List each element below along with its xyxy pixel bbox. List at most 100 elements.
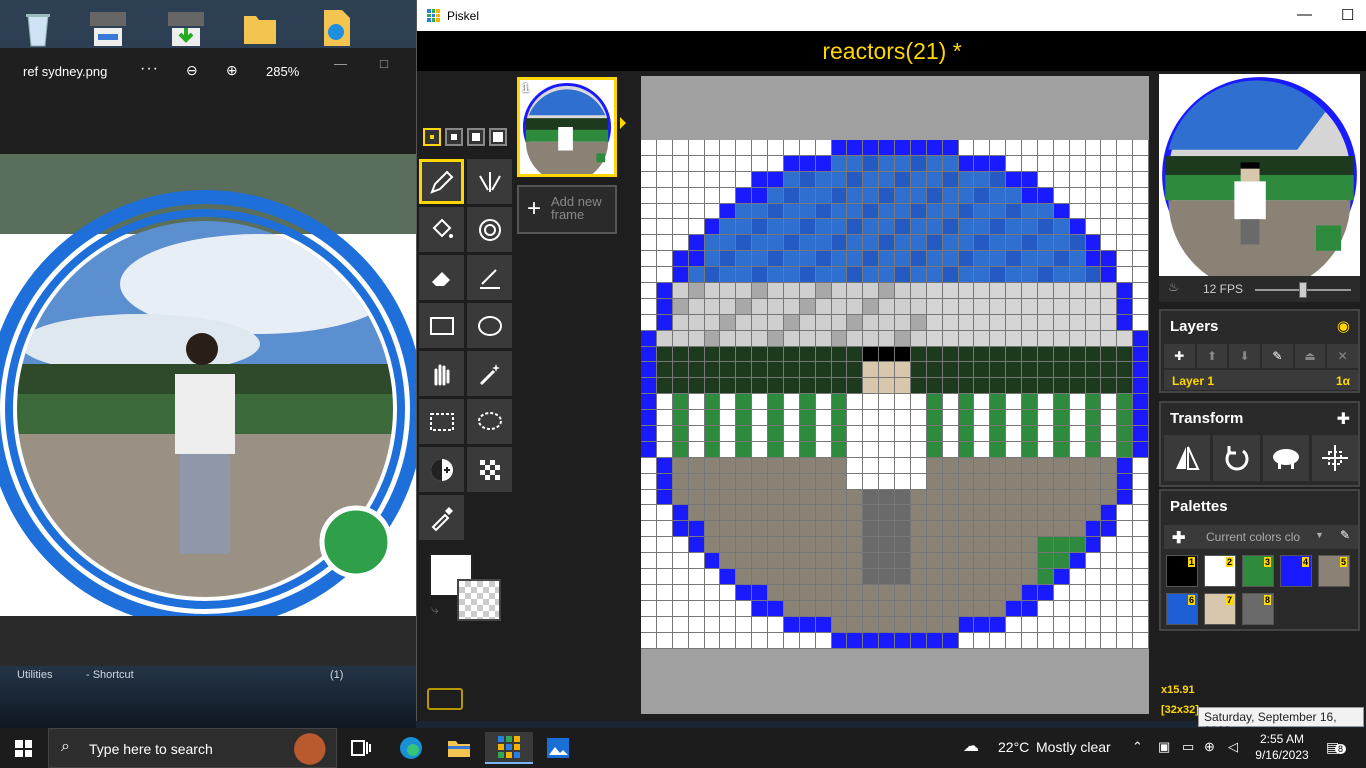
- onion-skin-icon[interactable]: ♨: [1168, 280, 1179, 294]
- recycle-bin-icon[interactable]: [16, 6, 60, 48]
- zoom-out-button[interactable]: ⊖: [186, 62, 198, 79]
- palette-swatch[interactable]: 2: [1204, 555, 1236, 587]
- palette-swatch[interactable]: 1: [1166, 555, 1198, 587]
- vertical-mirror-pen-tool[interactable]: [467, 159, 512, 204]
- pen-size-4[interactable]: [489, 128, 507, 146]
- keyboard-shortcuts-icon[interactable]: [427, 688, 463, 710]
- drawing-canvas[interactable]: [641, 76, 1149, 714]
- zoom-in-button[interactable]: ⊕: [226, 62, 238, 79]
- layer-alpha[interactable]: 1α: [1336, 374, 1350, 388]
- taskbar-search[interactable]: ⌕ Type here to search: [48, 728, 337, 768]
- clone-button[interactable]: [1262, 435, 1309, 481]
- move-layer-down-button[interactable]: ⬇: [1229, 344, 1261, 368]
- weather-temp: 22°C: [998, 739, 1030, 755]
- flip-horizontal-button[interactable]: [1164, 435, 1211, 481]
- edge-shortcut-icon[interactable]: [314, 6, 358, 48]
- edit-layer-button[interactable]: ✎: [1262, 344, 1293, 368]
- minimize-button[interactable]: —: [334, 56, 347, 71]
- move-tool[interactable]: [419, 351, 464, 396]
- pencil-icon: [429, 170, 453, 194]
- palette-swatch[interactable]: 8: [1242, 593, 1274, 625]
- add-palette-button[interactable]: ✚: [1172, 528, 1185, 548]
- merge-layer-button[interactable]: ⏏: [1294, 344, 1326, 368]
- palette-swatch[interactable]: 4: [1280, 555, 1312, 587]
- windows-start-icon[interactable]: [15, 740, 32, 757]
- dithering-tool[interactable]: [467, 447, 512, 492]
- sprite-name[interactable]: reactors(21) *: [822, 38, 961, 64]
- flip-icon: [1176, 446, 1200, 470]
- center-button[interactable]: [1311, 435, 1358, 481]
- taskbar-clock[interactable]: 2:55 AM 9/16/2023: [1252, 731, 1312, 763]
- edge-browser-icon[interactable]: [395, 732, 427, 764]
- fps-slider-handle[interactable]: [1299, 282, 1307, 298]
- battery-icon[interactable]: ▭: [1182, 739, 1194, 755]
- paint-same-color-tool[interactable]: [467, 207, 512, 252]
- minimize-button[interactable]: —: [1297, 6, 1312, 23]
- network-icon[interactable]: ⊕: [1204, 739, 1215, 755]
- rotate-button[interactable]: [1213, 435, 1260, 481]
- photos-viewer-window: ref sydney.png ··· ⊖ ⊕ 285% — □: [0, 48, 416, 688]
- weather-condition: Mostly clear: [1036, 739, 1111, 755]
- maximize-button[interactable]: □: [380, 56, 388, 71]
- notification-center-icon[interactable]: ▤ 8: [1326, 739, 1347, 756]
- strip-label-utilities: Utilities: [17, 669, 53, 681]
- scanner-download-icon[interactable]: [164, 6, 208, 48]
- pixel-grid[interactable]: [641, 140, 1149, 649]
- more-options-button[interactable]: ···: [140, 60, 159, 78]
- rectangle-tool[interactable]: [419, 303, 464, 348]
- file-explorer-icon[interactable]: [443, 732, 475, 764]
- photos-app-icon[interactable]: [542, 732, 574, 764]
- palette-dropdown[interactable]: Current colors clo: [1206, 530, 1306, 544]
- layers-panel: Layers ◉ ✚ ⬆ ⬇ ✎ ⏏ ✕ Layer 1 1α: [1159, 309, 1360, 393]
- folder-icon[interactable]: [238, 6, 282, 48]
- palette-swatch[interactable]: 3: [1242, 555, 1274, 587]
- circle-tool[interactable]: [467, 303, 512, 348]
- zoom-level: 285%: [266, 64, 300, 79]
- pen-size-2[interactable]: [445, 128, 463, 146]
- delete-layer-button[interactable]: ✕: [1327, 344, 1359, 368]
- add-layer-button[interactable]: ✚: [1164, 344, 1195, 368]
- lasso-selection-tool[interactable]: [467, 399, 512, 444]
- piskel-taskbar-icon[interactable]: [485, 732, 533, 764]
- lighten-icon: [430, 458, 453, 481]
- palette-swatch[interactable]: 7: [1204, 593, 1236, 625]
- canvas-status: x15.91 [32x32]: [1161, 680, 1199, 720]
- pen-size-1[interactable]: [423, 128, 441, 146]
- shape-selection-tool[interactable]: [467, 351, 512, 396]
- color-picker-tool[interactable]: [419, 495, 464, 540]
- piskel-logo-icon: [427, 9, 440, 22]
- paint-bucket-tool[interactable]: [419, 207, 464, 252]
- move-layer-up-button[interactable]: ⬆: [1196, 344, 1228, 368]
- scanner-app-icon[interactable]: [86, 6, 130, 48]
- add-frame-label: Add new frame: [551, 194, 602, 222]
- swap-colors-icon[interactable]: ⤷: [431, 601, 439, 618]
- sprite-header: reactors(21) *: [417, 31, 1366, 71]
- volume-icon[interactable]: ◁: [1228, 739, 1238, 755]
- add-frame-button[interactable]: + Add new frame: [517, 185, 617, 234]
- pen-size-3[interactable]: [467, 128, 485, 146]
- lighten-tool[interactable]: [419, 447, 464, 492]
- palette-swatch[interactable]: 5: [1318, 555, 1350, 587]
- chevron-up-icon[interactable]: ⌃: [1132, 739, 1143, 755]
- stroke-tool[interactable]: [467, 255, 512, 300]
- task-view-icon[interactable]: [345, 732, 377, 764]
- eraser-tool[interactable]: [419, 255, 464, 300]
- camera-icon[interactable]: ▣: [1158, 739, 1170, 755]
- rectangle-icon: [429, 316, 454, 335]
- frame-number: 1: [522, 80, 530, 95]
- edit-palette-button[interactable]: ✎: [1340, 528, 1350, 542]
- rectangle-selection-tool[interactable]: [419, 399, 464, 444]
- dashed-rectangle-icon: [429, 412, 454, 431]
- maximize-button[interactable]: ☐: [1341, 6, 1354, 24]
- pen-tool[interactable]: [419, 159, 464, 204]
- layers-title: Layers: [1170, 318, 1219, 335]
- chevron-down-icon[interactable]: ▼: [1315, 530, 1324, 540]
- frame-thumbnail[interactable]: 1: [517, 77, 617, 177]
- palette-swatch[interactable]: 6: [1166, 593, 1198, 625]
- layer-item[interactable]: Layer 1 1α: [1164, 370, 1358, 390]
- secondary-color-swatch[interactable]: [457, 579, 501, 621]
- eye-icon[interactable]: ◉: [1337, 317, 1350, 335]
- add-transform-button[interactable]: ✚: [1337, 409, 1350, 429]
- search-placeholder: Type here to search: [89, 741, 213, 757]
- taskbar: ⌕ Type here to search ☁ 22°C Mostly clea…: [0, 728, 1366, 768]
